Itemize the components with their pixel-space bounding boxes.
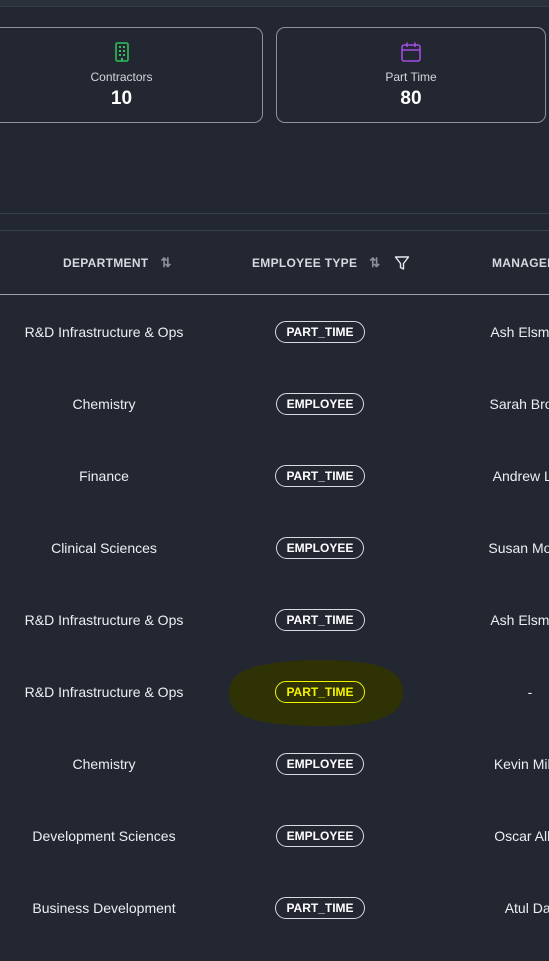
manager-cell: Kevin Miller (493, 756, 549, 772)
column-header-label: MANAGER (492, 256, 549, 270)
calendar-icon (401, 42, 421, 62)
card-value: 10 (110, 88, 133, 109)
table-row[interactable]: R&D Infrastructure & Ops PART_TIME Ash E… (0, 296, 549, 368)
employee-type-cell: PART_TIME (230, 656, 410, 728)
employee-type-badge: PART_TIME (275, 897, 365, 919)
department-cell: R&D Infrastructure & Ops (24, 612, 184, 628)
manager-cell: Oscar Allen (494, 828, 549, 844)
department-cell: R&D Infrastructure & Ops (24, 324, 184, 340)
filter-icon[interactable] (394, 255, 410, 271)
column-header-employee-type[interactable]: EMPLOYEE TYPE ⇅ (252, 231, 410, 295)
sort-icon[interactable]: ⇅ (369, 255, 380, 271)
department-cell: Chemistry (72, 396, 136, 412)
department-cell: Development Sciences (32, 828, 176, 844)
card-label: Contractors (90, 70, 153, 84)
column-header-department[interactable]: DEPARTMENT ⇅ (63, 231, 172, 295)
employee-type-badge: EMPLOYEE (275, 825, 365, 847)
manager-cell: Atul Dar (504, 900, 549, 916)
department-cell: R&D Infrastructure & Ops (24, 684, 184, 700)
column-header-label: EMPLOYEE TYPE (252, 256, 358, 270)
sort-icon[interactable]: ⇅ (160, 255, 171, 271)
table-row[interactable]: Chemistry EMPLOYEE Sarah Brown (0, 368, 549, 440)
employee-type-cell: PART_TIME (230, 440, 410, 512)
table-row[interactable]: R&D Infrastructure & Ops PART_TIME Ash E… (0, 584, 549, 656)
employee-type-cell: EMPLOYEE (230, 512, 410, 584)
contractors-card[interactable]: Contractors 10 (0, 27, 263, 123)
column-header-label: DEPARTMENT (63, 256, 149, 270)
table-row[interactable]: Business Development PART_TIME Atul Dar (0, 872, 549, 944)
employee-type-cell: EMPLOYEE (230, 728, 410, 800)
column-header-manager[interactable]: MANAGER (492, 231, 549, 295)
employee-type-badge: EMPLOYEE (275, 393, 365, 415)
card-label: Part Time (385, 70, 437, 84)
manager-cell: Susan Moore (488, 540, 549, 556)
table-row[interactable]: Development Sciences EMPLOYEE Oscar Alle… (0, 800, 549, 872)
table-row[interactable]: Chemistry EMPLOYEE Kevin Miller (0, 728, 549, 800)
employee-type-cell: EMPLOYEE (230, 800, 410, 872)
employee-type-badge: EMPLOYEE (275, 537, 365, 559)
manager-cell: Andrew Lee (492, 468, 549, 484)
employee-type-cell: PART_TIME (230, 296, 410, 368)
top-bar (0, 0, 549, 7)
table-header: DEPARTMENT ⇅ EMPLOYEE TYPE ⇅ MANAGER (0, 231, 549, 295)
section-divider (0, 213, 549, 214)
employee-type-badge: PART_TIME (275, 609, 365, 631)
employee-type-cell: EMPLOYEE (230, 368, 410, 440)
manager-cell: Sarah Brown (489, 396, 549, 412)
employee-type-cell: PART_TIME (230, 872, 410, 944)
department-cell: Clinical Sciences (51, 540, 157, 556)
building-icon (114, 42, 129, 62)
manager-cell: Ash Elsmore (490, 612, 549, 628)
part-time-card[interactable]: Part Time 80 (276, 27, 546, 123)
employee-type-cell: PART_TIME (230, 584, 410, 656)
table-row[interactable]: Finance PART_TIME Andrew Lee (0, 440, 549, 512)
department-cell: Business Development (32, 900, 176, 916)
manager-cell: Ash Elsmore (490, 324, 549, 340)
employee-type-badge: PART_TIME (275, 321, 365, 343)
department-cell: Chemistry (72, 756, 136, 772)
table-row[interactable]: R&D Infrastructure & Ops PART_TIME - (0, 656, 549, 728)
manager-cell: - (527, 684, 533, 700)
employee-type-badge-highlighted: PART_TIME (275, 681, 365, 703)
employee-type-badge: EMPLOYEE (275, 753, 365, 775)
employee-type-badge: PART_TIME (275, 465, 365, 487)
card-value: 80 (400, 88, 422, 109)
table-row[interactable]: Clinical Sciences EMPLOYEE Susan Moore (0, 512, 549, 584)
department-cell: Finance (79, 468, 129, 484)
